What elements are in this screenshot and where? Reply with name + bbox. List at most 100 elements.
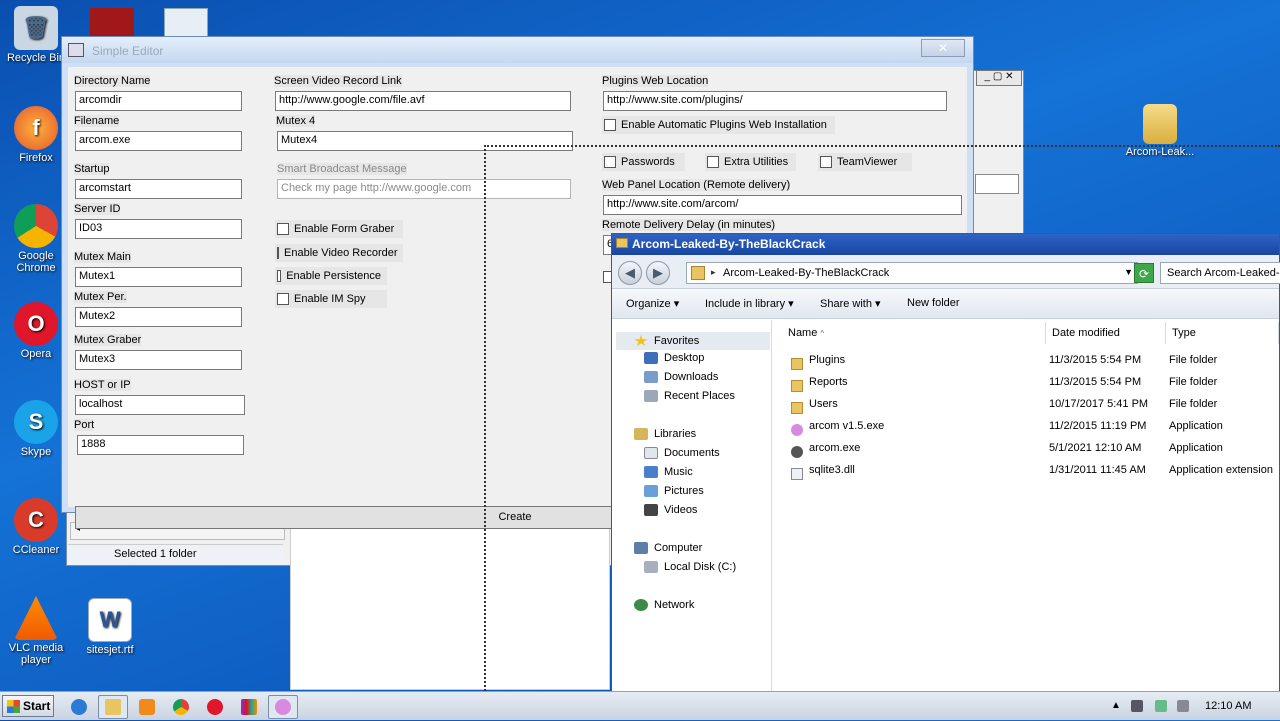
back-button[interactable]: ◀ [618,261,642,285]
checkbox-box [277,293,289,305]
explorer-title: Arcom-Leaked-By-TheBlackCrack [632,237,826,251]
search-input[interactable]: Search Arcom-Leaked-By-TheBlackCrack [1160,262,1280,284]
volume-icon[interactable] [1177,700,1189,712]
host-label: HOST or IP [74,379,131,391]
file-row[interactable]: sqlite3.dll 1/31/2011 11:45 AM Applicati… [773,460,1279,482]
editor-close-button[interactable]: ✕ [921,39,965,57]
forward-button[interactable]: ▶ [646,261,670,285]
nav-favorites[interactable]: Favorites [616,332,770,350]
auto-plugins-checkbox[interactable]: Enable Automatic Plugins Web Installatio… [602,116,835,134]
taskbar-explorer[interactable] [98,695,128,719]
screen-video-link-input[interactable]: http://www.google.com/file.avf [275,91,571,111]
new-folder-button[interactable]: New folder [907,297,960,309]
disk-icon [644,561,658,573]
word-document-icon: W [88,598,132,642]
checkbox-label: Enable IM Spy [294,293,366,305]
checkbox-box [604,119,616,131]
column-date-modified[interactable]: Date modified [1046,322,1166,344]
include-in-library-menu[interactable]: Include in library ▾ [705,297,794,310]
plugins-web-input[interactable]: http://www.site.com/plugins/ [603,91,947,111]
desktop-icon-label: CCleaner [12,544,60,556]
file-name: arcom v1.5.exe [809,420,885,432]
desktop-icon-label: sitesjet.rtf [86,644,134,656]
computer-icon [634,542,648,554]
network-icon[interactable] [1155,700,1167,712]
share-with-menu[interactable]: Share with ▾ [820,297,881,310]
startup-input[interactable]: arcomstart [75,179,242,199]
tray-expand-icon[interactable]: ▲ [1111,700,1121,711]
host-input[interactable]: localhost [75,395,245,415]
opera-icon [207,699,223,715]
archive-icon [241,699,257,715]
screen-video-link-label: Screen Video Record Link [274,75,402,87]
directory-name-label: Directory Name [74,75,151,87]
word-document-icon[interactable] [164,8,208,38]
taskbar-clock[interactable]: 12:10 AM [1205,700,1251,712]
taskbar-winrar[interactable] [234,695,264,719]
file-row[interactable]: Reports 11/3/2015 5:54 PM File folder [773,372,1279,394]
start-button[interactable]: Start [2,695,54,717]
desktop-icon-vlc[interactable]: VLC media player [0,596,72,666]
checkbox-label: Enable Video Recorder [284,247,398,259]
editor-app-icon [68,43,84,57]
file-row[interactable]: Plugins 11/3/2015 5:54 PM File folder [773,350,1279,372]
filename-label: Filename [74,115,120,127]
startup-label: Startup [74,163,110,175]
enable-persistence-checkbox[interactable]: Enable Persistence [275,267,387,285]
taskbar-chrome[interactable] [166,695,196,719]
nav-libraries[interactable]: Libraries [634,428,696,440]
mutex-graber-input[interactable]: Mutex3 [75,350,242,370]
server-id-input[interactable]: ID03 [75,219,242,239]
organize-menu[interactable]: Organize ▾ [626,297,679,310]
nav-computer[interactable]: Computer [634,542,702,554]
taskbar: Start ▲ 12:10 AM [0,691,1280,720]
checkbox-label: Enable Automatic Plugins Web Installatio… [621,119,827,131]
nav-pictures[interactable]: Pictures [644,485,704,497]
app-icon [275,699,291,715]
anyrun-watermark: ANY RUN [1038,612,1252,661]
server-id-label: Server ID [74,203,121,215]
port-input[interactable]: 1888 [77,435,244,455]
address-bar[interactable]: ▸ Arcom-Leaked-By-TheBlackCrack ▼ [686,262,1138,284]
videos-icon [644,504,658,516]
taskbar-ie[interactable] [64,695,94,719]
folder-icon [791,376,803,392]
mutex-main-input[interactable]: Mutex1 [75,267,242,287]
taskbar-arcom[interactable] [268,695,298,719]
column-type[interactable]: Type [1166,322,1279,344]
editor-titlebar[interactable]: Simple Editor ✕ [62,37,973,63]
nav-recent-places[interactable]: Recent Places [644,390,735,402]
chevron-down-icon[interactable]: ▼ [1124,267,1133,277]
nav-videos[interactable]: Videos [644,504,697,516]
desktop-icon-sitesjet[interactable]: W sitesjet.rtf [74,598,146,656]
pictures-icon [644,485,658,497]
file-row[interactable]: arcom v1.5.exe 11/2/2015 11:19 PM Applic… [773,416,1279,438]
file-date: 10/17/2017 5:41 PM [1049,398,1149,410]
file-type: File folder [1169,354,1218,366]
column-name[interactable]: Name ^ [773,322,1046,344]
directory-name-input[interactable]: arcomdir [75,91,242,111]
refresh-button[interactable]: ⟳ [1134,263,1154,283]
enable-im-spy-checkbox[interactable]: Enable IM Spy [275,290,387,308]
action-center-icon[interactable] [1131,700,1143,712]
nav-downloads[interactable]: Downloads [644,371,718,383]
skype-icon: S [14,400,58,444]
mutex4-label: Mutex 4 [276,115,316,127]
checkbox-box [277,223,289,235]
acrobat-icon[interactable] [90,8,134,38]
nav-music[interactable]: Music [644,466,693,478]
nav-documents[interactable]: Documents [644,447,720,459]
explorer-titlebar[interactable]: Arcom-Leaked-By-TheBlackCrack [612,234,1279,255]
nav-network[interactable]: Network [634,599,694,611]
enable-form-graber-checkbox[interactable]: Enable Form Graber [275,220,403,238]
nav-local-disk[interactable]: Local Disk (C:) [644,561,736,573]
enable-video-recorder-checkbox[interactable]: Enable Video Recorder [275,244,403,262]
filename-input[interactable]: arcom.exe [75,131,242,151]
file-row[interactable]: arcom.exe 5/1/2021 12:10 AM Application [773,438,1279,460]
taskbar-media-player[interactable] [132,695,162,719]
taskbar-opera[interactable] [200,695,230,719]
app-icon [791,442,803,458]
mutex-per-input[interactable]: Mutex2 [75,307,242,327]
file-row[interactable]: Users 10/17/2017 5:41 PM File folder [773,394,1279,416]
nav-desktop[interactable]: Desktop [644,352,704,364]
